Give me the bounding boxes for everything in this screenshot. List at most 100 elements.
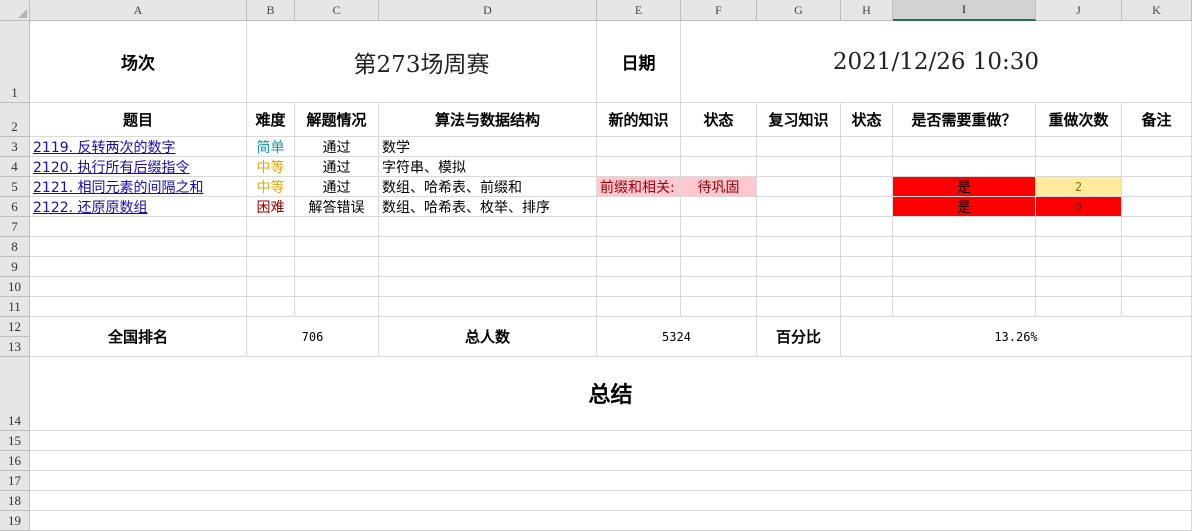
- empty-cell[interactable]: [247, 217, 295, 237]
- empty-cell[interactable]: [379, 277, 597, 297]
- empty-cell[interactable]: [597, 217, 681, 237]
- empty-cell[interactable]: [30, 237, 247, 257]
- column-header-k[interactable]: K: [1122, 0, 1192, 21]
- row-header-18[interactable]: 18: [0, 491, 30, 511]
- problem-2-redo[interactable]: [893, 157, 1036, 177]
- problem-4-review[interactable]: [757, 197, 841, 217]
- problem-3-status[interactable]: 待巩固: [681, 177, 757, 197]
- empty-cell[interactable]: [1036, 237, 1122, 257]
- empty-cell[interactable]: [30, 471, 1192, 491]
- date-value-cell[interactable]: 2021/12/26 10:30: [681, 21, 1192, 103]
- row-header-19[interactable]: 19: [0, 511, 30, 531]
- problem-2-difficulty[interactable]: 中等: [247, 157, 295, 177]
- pct-label-cell[interactable]: 百分比: [757, 317, 841, 357]
- empty-cell[interactable]: [1036, 257, 1122, 277]
- problem-1-result[interactable]: 通过: [295, 137, 379, 157]
- empty-cell[interactable]: [379, 237, 597, 257]
- empty-cell[interactable]: [597, 257, 681, 277]
- empty-cell[interactable]: [295, 217, 379, 237]
- table-header-j[interactable]: 重做次数: [1036, 103, 1122, 137]
- problem-3-title[interactable]: 2121. 相同元素的间隔之和: [30, 177, 247, 197]
- problem-4-title[interactable]: 2122. 还原原数组: [30, 197, 247, 217]
- empty-cell[interactable]: [30, 297, 247, 317]
- table-header-h[interactable]: 状态: [841, 103, 893, 137]
- problem-2-review-status[interactable]: [841, 157, 893, 177]
- problem-3-review[interactable]: [757, 177, 841, 197]
- problem-1-difficulty[interactable]: 简单: [247, 137, 295, 157]
- empty-cell[interactable]: [841, 237, 893, 257]
- row-header-3[interactable]: 3: [0, 137, 30, 157]
- pct-value-cell[interactable]: 13.26%: [841, 317, 1192, 357]
- empty-cell[interactable]: [893, 217, 1036, 237]
- row-header-2[interactable]: 2: [0, 103, 30, 137]
- empty-cell[interactable]: [597, 277, 681, 297]
- empty-cell[interactable]: [1122, 217, 1192, 237]
- total-label-cell[interactable]: 总人数: [379, 317, 597, 357]
- column-header-g[interactable]: G: [757, 0, 841, 21]
- column-header-b[interactable]: B: [247, 0, 295, 21]
- empty-cell[interactable]: [1036, 217, 1122, 237]
- problem-1-algo[interactable]: 数学: [379, 137, 597, 157]
- table-header-b[interactable]: 难度: [247, 103, 295, 137]
- session-value-cell[interactable]: 第273场周赛: [247, 21, 597, 103]
- empty-cell[interactable]: [379, 217, 597, 237]
- empty-cell[interactable]: [757, 257, 841, 277]
- empty-cell[interactable]: [841, 257, 893, 277]
- row-header-15[interactable]: 15: [0, 431, 30, 451]
- column-header-a[interactable]: A: [30, 0, 247, 21]
- problem-1-redo[interactable]: [893, 137, 1036, 157]
- problem-4-result[interactable]: 解答错误: [295, 197, 379, 217]
- rank-value-cell[interactable]: 706: [247, 317, 379, 357]
- problem-2-algo[interactable]: 字符串、模拟: [379, 157, 597, 177]
- empty-cell[interactable]: [841, 277, 893, 297]
- column-header-e[interactable]: E: [597, 0, 681, 21]
- row-header-9[interactable]: 9: [0, 257, 30, 277]
- problem-4-review-status[interactable]: [841, 197, 893, 217]
- empty-cell[interactable]: [295, 297, 379, 317]
- empty-cell[interactable]: [247, 297, 295, 317]
- table-header-c[interactable]: 解题情况: [295, 103, 379, 137]
- empty-cell[interactable]: [247, 257, 295, 277]
- empty-cell[interactable]: [757, 297, 841, 317]
- problem-3-algo[interactable]: 数组、哈希表、前缀和: [379, 177, 597, 197]
- empty-cell[interactable]: [247, 277, 295, 297]
- row-header-5[interactable]: 5: [0, 177, 30, 197]
- row-header-8[interactable]: 8: [0, 237, 30, 257]
- row-header-12[interactable]: 12: [0, 317, 30, 337]
- row-header-7[interactable]: 7: [0, 217, 30, 237]
- row-header-14[interactable]: 14: [0, 357, 30, 431]
- problem-3-redo[interactable]: 是: [893, 177, 1036, 197]
- problem-1-status[interactable]: [681, 137, 757, 157]
- column-header-f[interactable]: F: [681, 0, 757, 21]
- empty-cell[interactable]: [757, 277, 841, 297]
- problem-2-review[interactable]: [757, 157, 841, 177]
- summary-cell[interactable]: 总结: [30, 357, 1192, 431]
- problem-2-status[interactable]: [681, 157, 757, 177]
- column-header-d[interactable]: D: [379, 0, 597, 21]
- empty-cell[interactable]: [841, 297, 893, 317]
- empty-cell[interactable]: [30, 217, 247, 237]
- row-header-1[interactable]: 1: [0, 21, 30, 103]
- empty-cell[interactable]: [893, 277, 1036, 297]
- problem-4-status[interactable]: [681, 197, 757, 217]
- empty-cell[interactable]: [681, 237, 757, 257]
- empty-cell[interactable]: [681, 277, 757, 297]
- empty-cell[interactable]: [295, 257, 379, 277]
- empty-cell[interactable]: [30, 431, 1192, 451]
- problem-3-note[interactable]: [1122, 177, 1192, 197]
- problem-4-redo-count[interactable]: 0: [1036, 197, 1122, 217]
- empty-cell[interactable]: [1122, 277, 1192, 297]
- spreadsheet[interactable]: 场次 第273场周赛 日期 2021/12/26 10:30 全国排名 706 …: [0, 0, 1192, 531]
- table-header-e[interactable]: 新的知识: [597, 103, 681, 137]
- empty-cell[interactable]: [295, 237, 379, 257]
- empty-cell[interactable]: [1036, 297, 1122, 317]
- table-header-g[interactable]: 复习知识: [757, 103, 841, 137]
- empty-cell[interactable]: [30, 491, 1192, 511]
- problem-1-review[interactable]: [757, 137, 841, 157]
- table-header-d[interactable]: 算法与数据结构: [379, 103, 597, 137]
- problem-3-review-status[interactable]: [841, 177, 893, 197]
- problem-1-title[interactable]: 2119. 反转两次的数字: [30, 137, 247, 157]
- row-header-10[interactable]: 10: [0, 277, 30, 297]
- problem-2-redo-count[interactable]: [1036, 157, 1122, 177]
- column-header-i[interactable]: I: [893, 0, 1036, 21]
